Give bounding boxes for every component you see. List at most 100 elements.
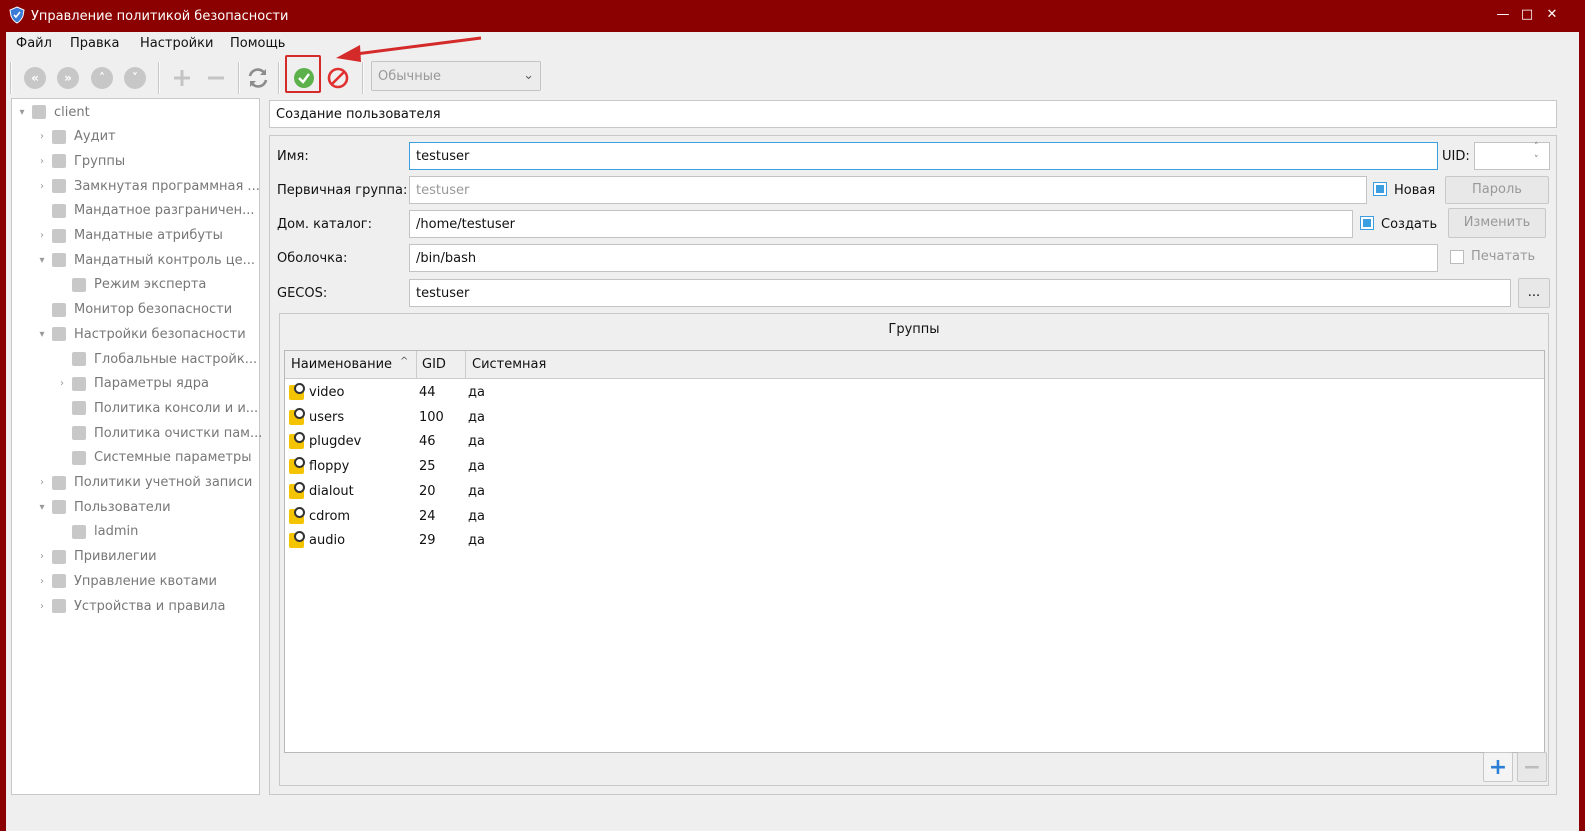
primary-group-input[interactable]: testuser [409,176,1367,204]
cancel-icon [327,67,349,89]
menu-file[interactable]: Файл [16,36,52,51]
column-system[interactable]: Системная [472,357,546,372]
remove-group-button[interactable]: − [1517,752,1547,782]
tree-item[interactable]: › Аудит [36,125,116,149]
tree-item[interactable]: ▾ Мандатный контроль це... [36,248,255,272]
tree-item[interactable]: ladmin [56,520,138,544]
tree-item[interactable]: Мандатное разграничен... [36,199,255,223]
tree-item-icon [52,500,66,515]
tree-item[interactable]: ▾ client [16,100,89,124]
expand-arrow-icon[interactable]: › [36,601,48,612]
expand-arrow-icon[interactable]: › [36,181,48,192]
column-name[interactable]: Наименование [291,357,392,372]
expand-arrow-icon[interactable]: › [36,156,48,167]
tree-item[interactable]: › Привилегии [36,545,157,569]
minimize-button[interactable]: — [1495,7,1511,23]
add-button[interactable] [168,64,196,92]
expand-arrow-icon[interactable]: ▾ [16,107,28,118]
double-left-icon: « [24,67,46,89]
spin-up-icon[interactable]: ˄ [1534,142,1539,152]
group-name: plugdev [309,434,362,450]
gecos-more-button[interactable]: ... [1518,278,1550,308]
tree-item-icon [52,302,66,317]
expand-arrow-icon[interactable]: ▾ [36,502,48,513]
tree-item[interactable]: ▾ Пользователи [36,495,170,519]
group-name: users [309,409,345,425]
tree-item[interactable]: › Управление квотами [36,569,217,593]
expand-arrow-icon[interactable]: › [36,477,48,488]
tree-item[interactable]: Глобальные настройк... [56,347,257,371]
tree-item[interactable]: › Политики учетной записи [36,471,252,495]
group-name: audio [309,533,346,549]
tree-item-icon [72,401,86,416]
create-home-label: Создать [1381,217,1438,232]
table-row[interactable]: video 44 да [285,381,1544,405]
password-button[interactable]: Пароль [1445,176,1549,204]
toolbar: « » ˄ ˅ [6,56,1579,96]
table-row[interactable]: cdrom 24 да [285,505,1544,529]
tree-item[interactable]: Политика очистки пам... [56,421,262,445]
column-gid[interactable]: GID [422,357,446,372]
tree-item-label: Настройки безопасности [74,326,246,342]
menu-settings[interactable]: Настройки [140,36,213,51]
table-row[interactable]: plugdev 46 да [285,430,1544,454]
table-row[interactable]: audio 29 да [285,529,1544,553]
tree-item-icon [72,277,86,292]
refresh-button[interactable] [244,64,272,92]
shell-input[interactable]: /bin/bash [409,244,1438,272]
tree-item[interactable]: › Устройства и правила [36,594,225,618]
tree-item[interactable]: › Группы [36,149,125,173]
group-icon [289,457,305,475]
change-password-button[interactable]: Изменить [1448,208,1546,238]
expand-arrow-icon[interactable]: › [36,551,48,562]
table-row[interactable]: floppy 25 да [285,455,1544,479]
tree-item[interactable]: › Параметры ядра [56,372,209,396]
tree-item[interactable]: Монитор безопасности [36,298,232,322]
spin-down-icon[interactable]: ˅ [1534,155,1539,165]
new-group-checkbox[interactable] [1373,182,1387,196]
table-row[interactable]: dialout 20 да [285,480,1544,504]
tree-item[interactable]: Политика консоли и и... [56,396,258,420]
expand-arrow-icon[interactable]: ▾ [36,329,48,340]
create-home-checkbox[interactable] [1360,216,1374,230]
group-system: да [468,385,485,400]
remove-button[interactable] [202,64,230,92]
cancel-button[interactable] [324,64,352,92]
tree-item-icon [52,475,66,490]
add-group-button[interactable]: + [1483,752,1513,782]
tree-item[interactable]: › Замкнутая программная ... [36,174,260,198]
tree-item-label: ladmin [94,524,139,540]
name-input[interactable]: testuser [409,142,1438,170]
print-checkbox[interactable] [1450,250,1464,264]
maximize-button[interactable]: □ [1519,7,1535,23]
close-button[interactable]: ✕ [1544,7,1560,23]
tree-item[interactable]: › Мандатные атрибуты [36,224,223,248]
toolbar-separator [238,62,240,94]
down-button[interactable]: ˅ [121,64,149,92]
tree-item[interactable]: Режим эксперта [56,273,206,297]
menu-help[interactable]: Помощь [230,36,285,51]
up-button[interactable]: ˄ [88,64,116,92]
expand-arrow-icon[interactable]: › [36,576,48,587]
menu-edit[interactable]: Правка [70,36,119,51]
uid-label: UID: [1442,149,1470,164]
expand-arrow-icon[interactable]: › [36,230,48,241]
uid-spinbox[interactable] [1474,142,1550,170]
first-button[interactable]: « [21,64,49,92]
gecos-input[interactable]: testuser [409,279,1511,307]
toolbar-separator [362,62,364,94]
tree-item[interactable]: ▾ Настройки безопасности [36,322,246,346]
expand-arrow-icon[interactable]: › [56,378,68,389]
tree-item-icon [52,327,66,342]
tree-item[interactable]: Системные параметры [56,446,252,470]
expand-arrow-icon[interactable]: › [36,131,48,142]
table-row[interactable]: users 100 да [285,406,1544,430]
tree-item-icon [72,426,86,441]
last-button[interactable]: » [54,64,82,92]
annotation-arrow [336,36,482,62]
tree-item-label: Параметры ядра [94,376,210,392]
mode-select[interactable]: Обычные ⌄ [371,61,541,91]
expand-arrow-icon[interactable]: ▾ [36,255,48,266]
title-bar: Управление политикой безопасности — □ ✕ [6,0,1579,32]
home-dir-input[interactable]: /home/testuser [409,210,1353,238]
